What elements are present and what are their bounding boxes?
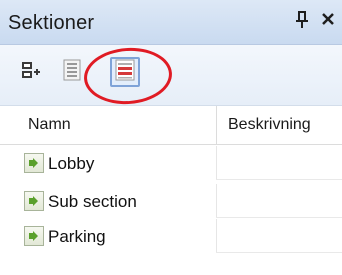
- panel-titlebar: Sektioner: [0, 0, 342, 45]
- row-divider: [216, 252, 342, 253]
- section-view-icon: [114, 58, 136, 87]
- list-view-icon: [62, 58, 84, 87]
- section-icon: [24, 226, 44, 246]
- sections-panel: Sektioner Namn Beskrivning Lobby Sub sec…: [0, 0, 342, 275]
- close-icon[interactable]: [318, 10, 338, 32]
- row-name: Parking: [48, 227, 106, 246]
- panel-toolbar: [0, 45, 342, 106]
- table-row[interactable]: Parking: [0, 219, 342, 253]
- row-divider: [216, 217, 342, 218]
- row-name: Lobby: [48, 154, 95, 173]
- list-view-button[interactable]: [58, 57, 88, 87]
- section-icon: [24, 153, 44, 173]
- section-view-button[interactable]: [110, 57, 140, 87]
- expand-collapse-button[interactable]: [16, 57, 46, 87]
- expand-collapse-icon: [20, 59, 42, 86]
- cell-divider: [216, 219, 217, 253]
- column-header-description[interactable]: Beskrivning: [228, 116, 311, 134]
- row-name: Sub section: [48, 192, 137, 211]
- column-header-name[interactable]: Namn: [28, 116, 71, 134]
- table-header: Namn Beskrivning: [0, 106, 342, 145]
- table-row[interactable]: Sub section: [0, 184, 342, 218]
- section-icon: [24, 191, 44, 211]
- row-divider: [216, 179, 342, 180]
- cell-divider: [216, 184, 217, 218]
- table-row[interactable]: Lobby: [0, 146, 342, 180]
- pin-icon[interactable]: [292, 10, 312, 32]
- cell-divider: [216, 146, 217, 180]
- panel-title: Sektioner: [8, 12, 95, 34]
- column-divider[interactable]: [216, 106, 217, 144]
